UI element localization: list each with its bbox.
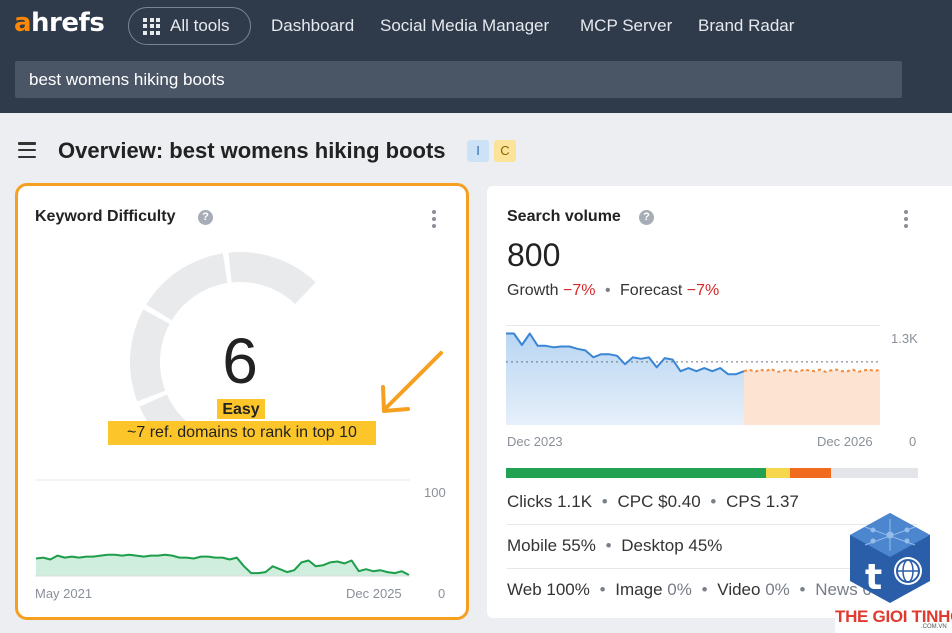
cps-value: 1.37	[765, 492, 799, 511]
separator-dot: •	[710, 492, 717, 511]
search-volume-value: 800	[507, 237, 561, 273]
kd-gauge-segment	[228, 252, 316, 304]
keyword-difficulty-title: Keyword Difficulty	[35, 208, 176, 225]
kd-ref-domains-note: ~7 ref. domains to rank in top 10	[108, 421, 376, 445]
sv-growth-row: Growth −7% • Forecast −7%	[507, 282, 719, 300]
cost-bar-segment	[831, 468, 918, 478]
separator-dot: •	[604, 282, 611, 299]
nav-link-brand-radar[interactable]: Brand Radar	[698, 16, 794, 36]
web-value: 100%	[546, 580, 590, 599]
kd-gauge-segment	[146, 253, 228, 321]
sv-forecast-area	[744, 368, 880, 425]
cost-bar-segment	[506, 468, 766, 478]
nav-link-dashboard[interactable]: Dashboard	[271, 16, 354, 36]
all-tools-label: All tools	[170, 16, 230, 35]
cost-bar-segment	[765, 468, 791, 478]
stats-clicks-row: Clicks 1.1K • CPC $0.40 • CPS 1.37	[507, 492, 799, 512]
growth-label: Growth	[507, 282, 559, 299]
sv-chart-x-end: Dec 2026	[817, 434, 873, 449]
desktop-value: 45%	[688, 536, 723, 555]
traffic-cost-bar	[506, 468, 918, 478]
video-label: Video	[717, 580, 761, 599]
separator-dot: •	[599, 580, 606, 599]
sv-history-area	[506, 333, 744, 425]
growth-value: −7%	[563, 282, 596, 299]
search-volume-title: Search volume	[507, 208, 621, 225]
desktop-label: Desktop	[621, 536, 684, 555]
separator-dot: •	[799, 580, 806, 599]
kd-help-icon[interactable]: ?	[198, 210, 213, 225]
sv-more-options-icon[interactable]	[904, 210, 908, 228]
watermark-subtext: .COM.VN	[921, 624, 947, 630]
cpc-value: $0.40	[658, 492, 701, 511]
nav-link-social-media-manager[interactable]: Social Media Manager	[380, 16, 549, 36]
image-value: 0%	[667, 580, 692, 599]
kd-more-options-icon[interactable]	[432, 210, 436, 228]
sv-chart-y-min: 0	[909, 434, 917, 449]
kd-difficulty-label: Easy	[217, 399, 265, 419]
kd-score: 6	[222, 325, 258, 397]
forecast-label: Forecast	[620, 282, 683, 299]
separator-dot: •	[601, 492, 608, 511]
kd-chart-x-end: Dec 2025	[346, 586, 402, 601]
kd-history-chart	[35, 479, 410, 577]
grid-icon	[143, 17, 160, 35]
separator-dot: •	[701, 580, 708, 599]
separator-dot: •	[605, 536, 612, 555]
cost-bar-segment	[790, 468, 832, 478]
top-navigation-bar: ahrefs All tools Dashboard Social Media …	[0, 0, 952, 113]
sv-help-icon[interactable]: ?	[639, 210, 654, 225]
kd-chart-y-max: 100	[424, 485, 446, 500]
clicks-label: Clicks	[507, 492, 553, 511]
ahrefs-logo[interactable]: ahrefs	[14, 8, 105, 38]
kd-gauge-segment	[130, 309, 170, 402]
sv-chart-y-max: 1.3K	[891, 331, 918, 346]
search-volume-chart	[506, 325, 880, 425]
nav-link-mcp-server[interactable]: MCP Server	[580, 16, 672, 36]
mobile-label: Mobile	[507, 536, 558, 555]
cps-label: CPS	[726, 492, 762, 511]
stats-device-row: Mobile 55% • Desktop 45%	[507, 536, 722, 556]
mobile-value: 55%	[561, 536, 596, 555]
kd-chart-x-start: May 2021	[35, 586, 93, 601]
all-tools-button[interactable]: All tools	[128, 7, 251, 45]
annotation-arrow-icon	[381, 351, 443, 413]
stats-serp-type-row: Web 100% • Image 0% • Video 0% • News 0%	[507, 580, 887, 600]
sv-chart-x-start: Dec 2023	[507, 434, 563, 449]
clicks-value: 1.1K	[557, 492, 593, 511]
intent-badge-informational: I	[467, 140, 489, 162]
image-label: Image	[615, 580, 663, 599]
keyword-search-input[interactable]: best womens hiking boots	[15, 61, 902, 98]
web-label: Web	[507, 580, 542, 599]
video-value: 0%	[765, 580, 790, 599]
kd-chart-y-min: 0	[438, 586, 446, 601]
cpc-label: CPC	[617, 492, 654, 511]
page-title: Overview: best womens hiking boots	[58, 138, 446, 163]
hamburger-menu-icon[interactable]	[18, 142, 36, 158]
forecast-value: −7%	[686, 282, 720, 299]
intent-badge-commercial: C	[494, 140, 516, 162]
svg-text:t: t	[865, 557, 882, 598]
